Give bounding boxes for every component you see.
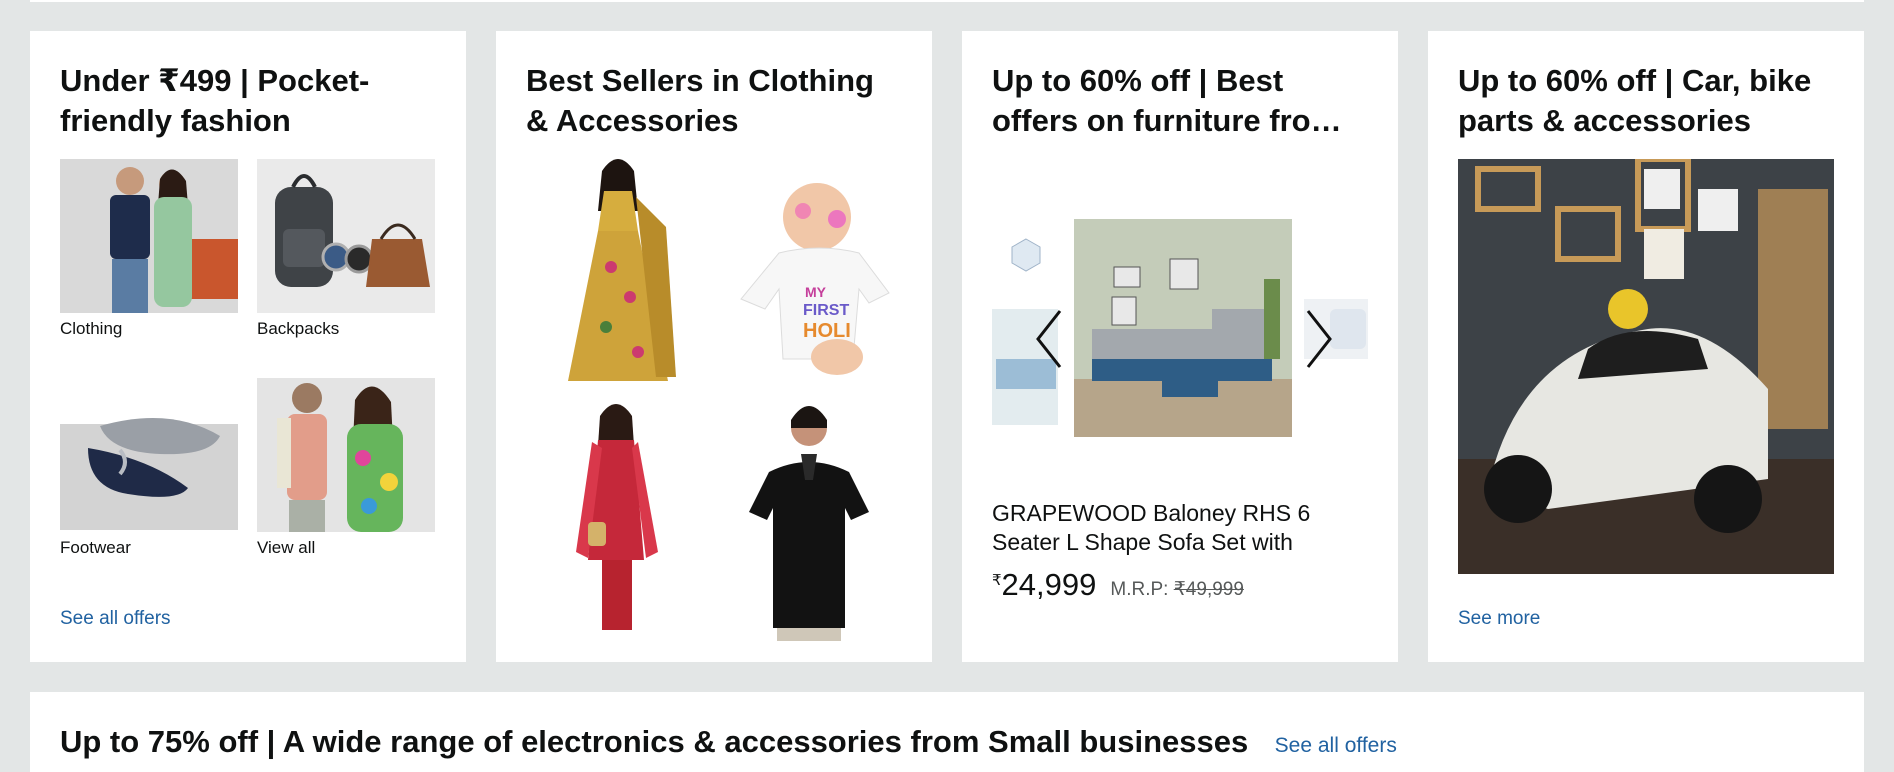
view-all-image[interactable] <box>257 378 435 532</box>
product-title[interactable]: GRAPEWOOD Baloney RHS 6 Seater L Shape S… <box>992 499 1368 557</box>
footwear-image[interactable] <box>60 378 238 532</box>
card-furniture-offers: Up to 60% off | Best offers on furniture… <box>962 31 1398 662</box>
backpacks-image[interactable] <box>257 159 435 313</box>
card-title: Best Sellers in Clothing & Accessories <box>526 63 874 138</box>
tile-footwear[interactable]: Footwear <box>60 378 238 597</box>
card-title: Up to 60% off | Best offers on furniture… <box>992 63 1342 138</box>
product-red-kurta[interactable] <box>526 402 711 641</box>
category-grid: Clothing Backpacks Footwear View all <box>60 159 436 597</box>
tile-label: Backpacks <box>257 319 340 338</box>
see-more-link[interactable]: See more <box>1458 608 1540 630</box>
card-car-bike-parts: Up to 60% off | Car, bike parts & access… <box>1428 31 1864 662</box>
product-carousel <box>992 159 1368 517</box>
card-best-sellers-clothing: Best Sellers in Clothing & Accessories M… <box>496 31 932 662</box>
mrp: M.R.P: ₹49,999 <box>1110 578 1244 601</box>
svg-text:MY: MY <box>805 284 827 300</box>
tile-view-all[interactable]: View all <box>257 378 435 597</box>
price-row: ₹24,999 M.R.P: ₹49,999 <box>992 567 1368 603</box>
tile-clothing[interactable]: Clothing <box>60 159 238 378</box>
car-bike-image[interactable] <box>1458 159 1834 574</box>
mrp-label: M.R.P: <box>1110 579 1169 600</box>
card-pocket-friendly-fashion: Under ₹499 | Pocket-friendly fashion Clo… <box>30 31 466 662</box>
tile-label: Footwear <box>60 538 131 557</box>
tile-label: View all <box>257 538 316 557</box>
deal-price: ₹24,999 <box>992 567 1096 603</box>
banner-title: Up to 75% off | A wide range of electron… <box>60 724 1249 759</box>
see-all-offers-link[interactable]: See all offers <box>1275 734 1397 757</box>
tile-backpacks[interactable]: Backpacks <box>257 159 435 378</box>
product-black-polo[interactable] <box>717 402 902 641</box>
mrp-value: ₹49,999 <box>1173 579 1244 600</box>
tile-label: Clothing <box>60 319 123 338</box>
electronics-small-business-banner: Up to 75% off | A wide range of electron… <box>30 692 1864 772</box>
currency-symbol: ₹ <box>992 572 1002 589</box>
carousel-main-image[interactable] <box>1074 219 1292 437</box>
product-baby-romper[interactable]: MY FIRST HOLI <box>717 157 902 396</box>
svg-text:HOLI: HOLI <box>803 320 851 342</box>
carousel-prev-arrow[interactable] <box>1034 309 1064 369</box>
card-title: Up to 60% off | Car, bike parts & access… <box>1458 63 1812 138</box>
top-strip <box>30 0 1864 2</box>
svg-text:FIRST: FIRST <box>803 302 849 319</box>
clothing-image[interactable] <box>60 159 238 313</box>
carousel-next-arrow[interactable] <box>1304 309 1334 369</box>
see-all-offers-link[interactable]: See all offers <box>60 608 171 630</box>
card-title: Under ₹499 | Pocket-friendly fashion <box>60 63 370 138</box>
price-value: 24,999 <box>1001 567 1097 602</box>
best-sellers-grid: MY FIRST HOLI <box>526 157 902 641</box>
product-yellow-anarkali[interactable] <box>526 157 711 396</box>
